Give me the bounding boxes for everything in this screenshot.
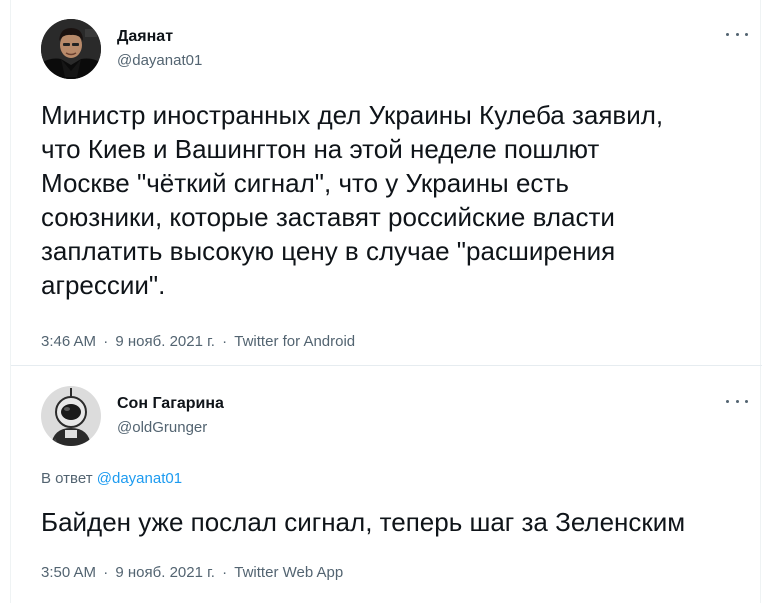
tweet-original: Даянат @dayanat01 Министр иностранных де…: [11, 0, 762, 366]
separator: ·: [103, 564, 109, 581]
tweet-source[interactable]: Twitter for Android: [234, 333, 355, 350]
dot: [745, 399, 748, 403]
display-name[interactable]: Сон Гагарина: [117, 395, 224, 413]
dot: [735, 399, 739, 403]
tweet-meta: 3:46 AM · 9 нояб. 2021 г. · Twitter for …: [41, 333, 355, 350]
tweet-reply: Сон Гагарина @oldGrunger В ответ @dayana…: [11, 367, 762, 603]
astronaut-avatar-icon: [41, 386, 101, 446]
tweet-text: Министр иностранных дел Украины Кулеба з…: [41, 100, 664, 300]
tweet-date[interactable]: 9 нояб. 2021 г.: [115, 333, 215, 350]
tweet-date[interactable]: 9 нояб. 2021 г.: [115, 564, 215, 581]
dot: [726, 399, 729, 403]
separator: ·: [103, 333, 109, 350]
reply-prefix: В ответ: [41, 470, 93, 487]
tweet-time[interactable]: 3:46 AM: [41, 333, 96, 350]
avatar[interactable]: [41, 386, 101, 446]
user-handle[interactable]: @dayanat01: [117, 52, 202, 69]
man-portrait-avatar-icon: [41, 19, 101, 79]
more-options-icon[interactable]: [726, 395, 748, 407]
dot: [726, 32, 729, 36]
user-handle[interactable]: @oldGrunger: [117, 419, 207, 436]
separator: ·: [222, 564, 228, 581]
separator: ·: [222, 333, 228, 350]
tweet-source[interactable]: Twitter Web App: [234, 564, 343, 581]
dot: [745, 32, 748, 36]
avatar[interactable]: [41, 19, 101, 79]
dot: [735, 32, 739, 36]
tweet-text: Байден уже послал сигнал, теперь шаг за …: [41, 507, 686, 537]
display-name[interactable]: Даянат: [117, 28, 173, 46]
tweet-thread: Даянат @dayanat01 Министр иностранных де…: [10, 0, 762, 603]
more-options-icon[interactable]: [726, 28, 748, 40]
tweet-meta: 3:50 AM · 9 нояб. 2021 г. · Twitter Web …: [41, 564, 343, 581]
reply-mention-link[interactable]: @dayanat01: [97, 470, 182, 487]
tweet-time[interactable]: 3:50 AM: [41, 564, 96, 581]
reply-context: В ответ @dayanat01: [41, 470, 182, 487]
